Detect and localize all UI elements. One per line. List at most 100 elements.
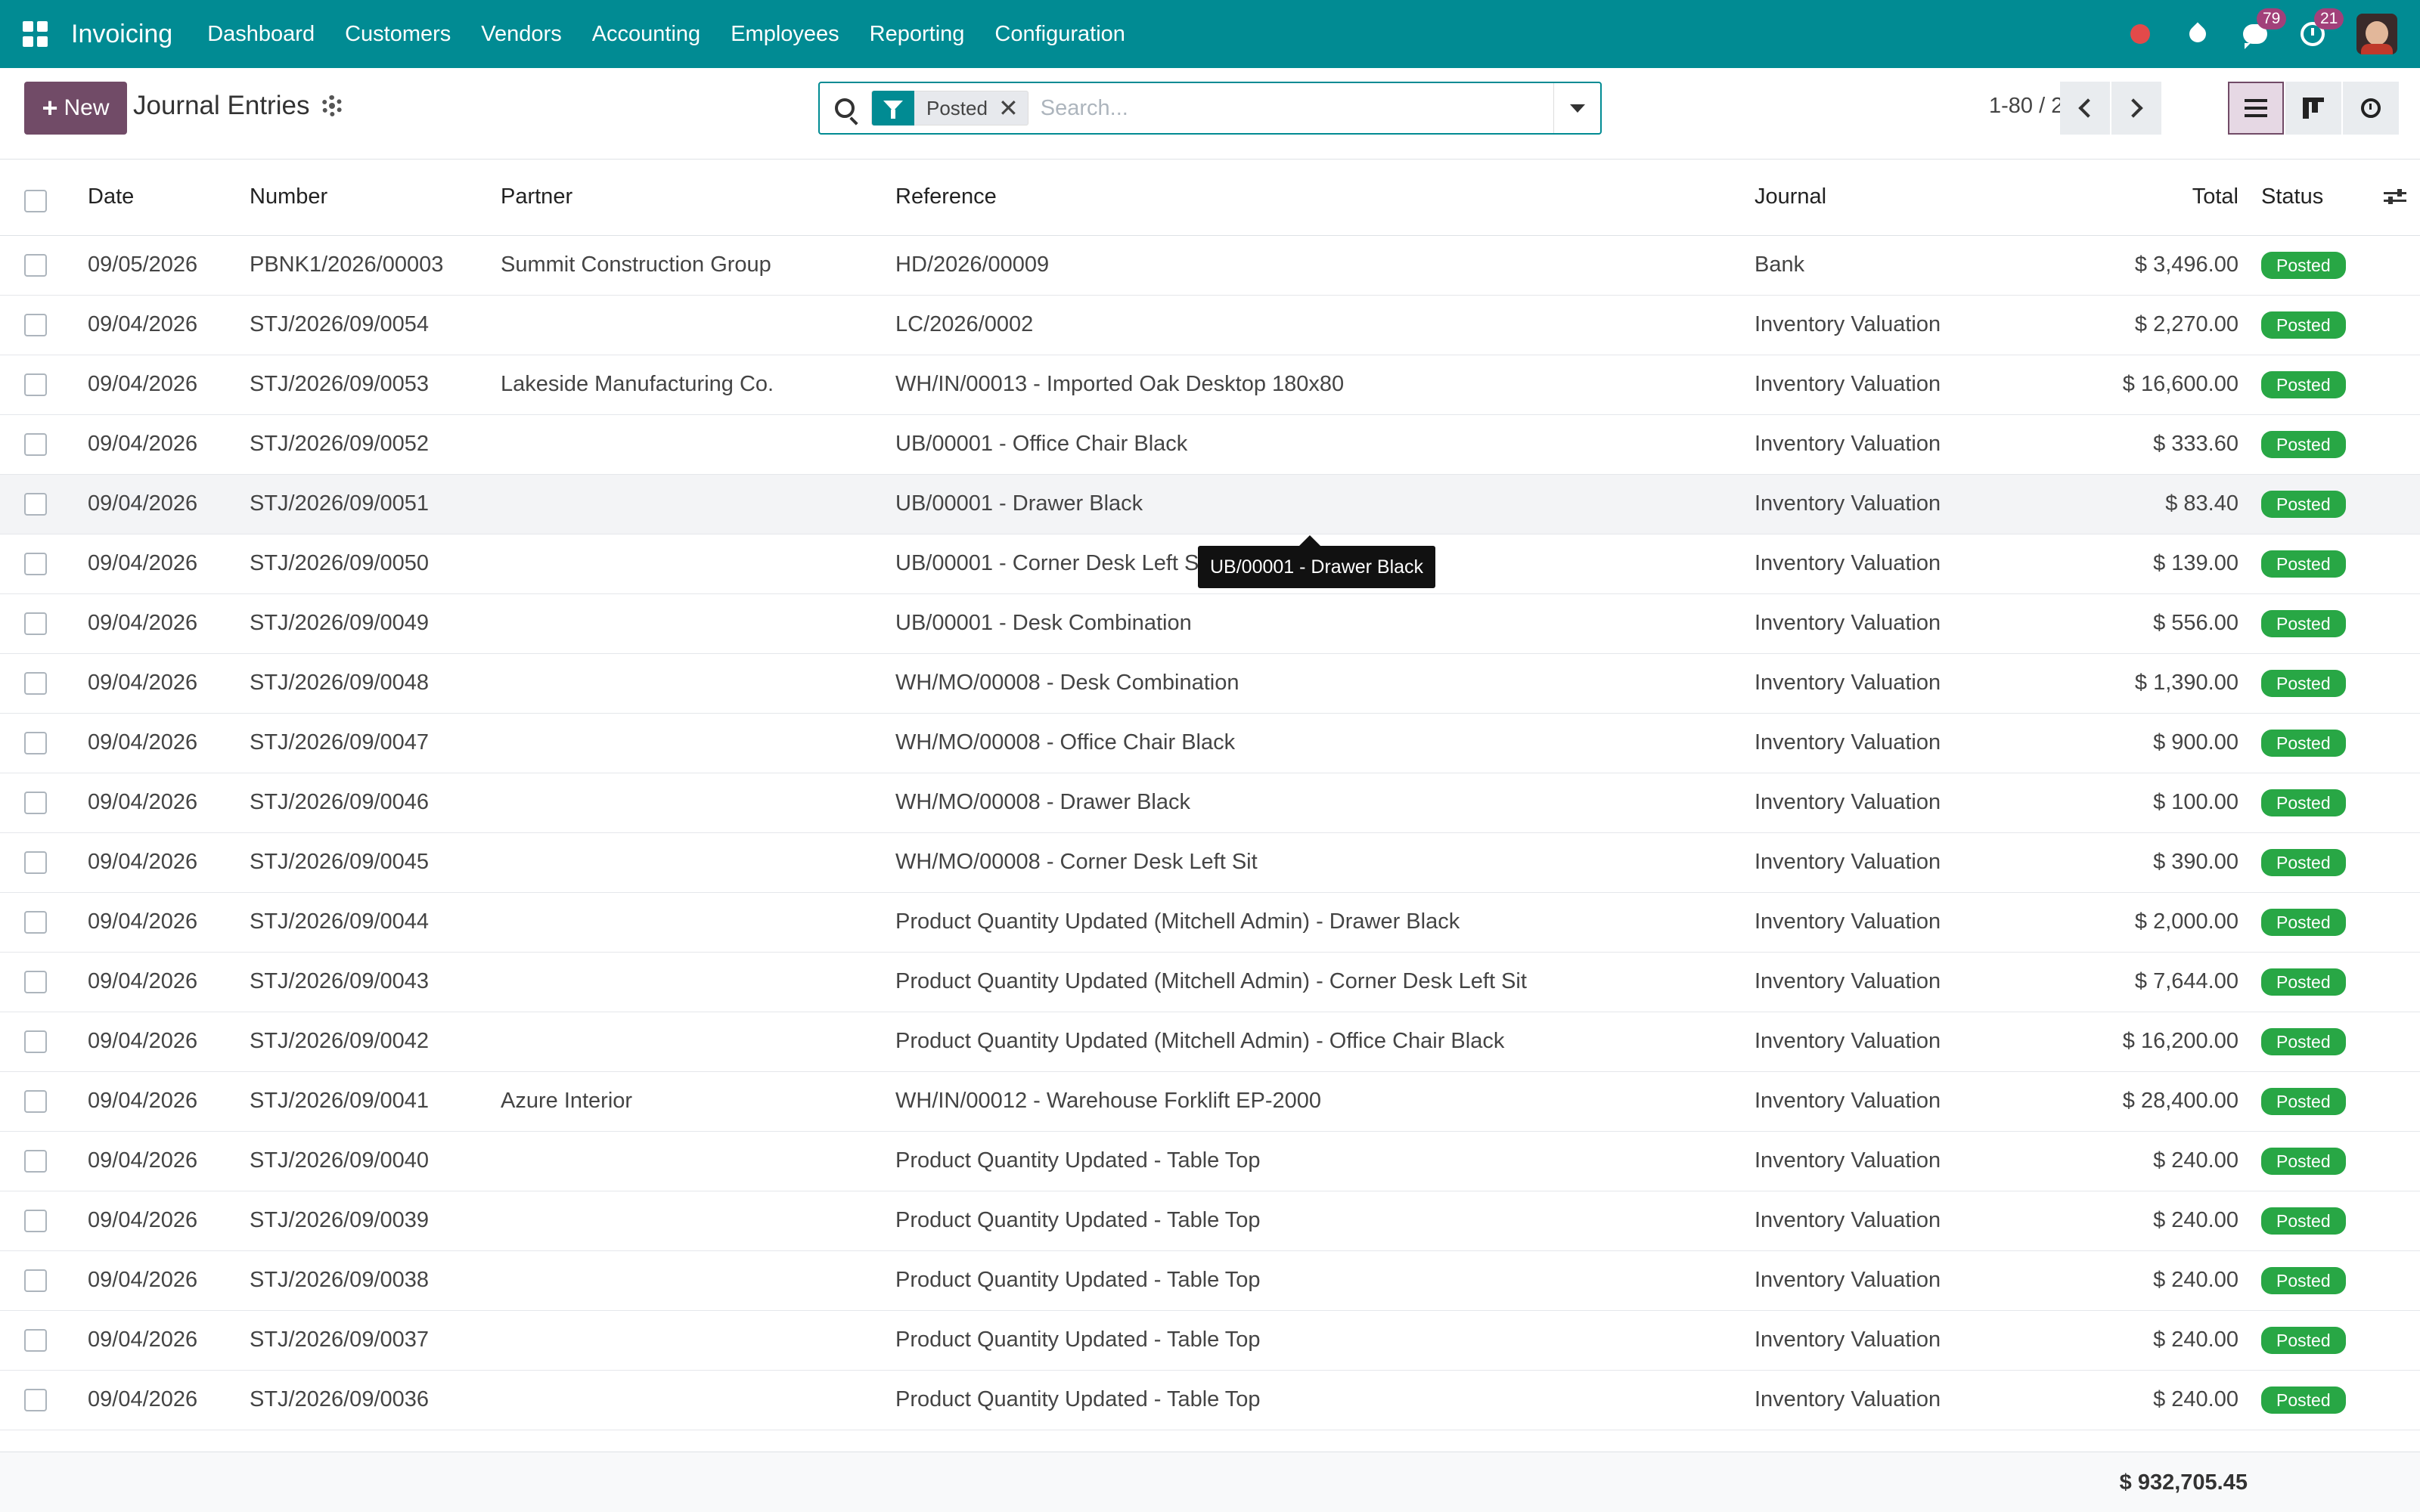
drop-icon[interactable] (2184, 20, 2211, 48)
cell-number: STJ/2026/09/0036 (250, 1370, 501, 1430)
row-checkbox[interactable] (24, 373, 47, 396)
cell-total: $ 240.00 (2072, 1191, 2254, 1251)
menu-customers[interactable]: Customers (330, 22, 466, 47)
table-row[interactable]: 09/04/2026 STJ/2026/09/0043 Product Quan… (0, 952, 2420, 1012)
table-row[interactable]: 09/04/2026 STJ/2026/09/0049 UB/00001 - D… (0, 593, 2420, 654)
cell-reference: WH/MO/00008 - Corner Desk Left Sit (895, 832, 1754, 893)
cell-reference: WH/MO/00008 - Office Chair Black (895, 713, 1754, 773)
row-checkbox[interactable] (24, 910, 47, 934)
close-icon[interactable]: ✕ (998, 94, 1028, 122)
status-badge: Posted (2261, 669, 2346, 697)
row-checkbox[interactable] (24, 1089, 47, 1113)
column-number[interactable]: Number (250, 160, 501, 236)
table-row[interactable]: 09/04/2026 STJ/2026/09/0053 Lakeside Man… (0, 355, 2420, 415)
cell-journal: Inventory Valuation (1754, 713, 2072, 773)
table-row[interactable]: 09/04/2026 STJ/2026/09/0052 UB/00001 - O… (0, 414, 2420, 475)
table-row[interactable]: 09/04/2026 STJ/2026/09/0039 Product Quan… (0, 1191, 2420, 1251)
row-checkbox[interactable] (24, 313, 47, 336)
cell-journal: Inventory Valuation (1754, 593, 2072, 654)
cell-date: 09/04/2026 (88, 1071, 250, 1132)
table-row[interactable]: 09/04/2026 STJ/2026/09/0040 Product Quan… (0, 1131, 2420, 1191)
select-all-checkbox[interactable] (24, 189, 47, 212)
row-checkbox[interactable] (24, 1269, 47, 1292)
row-checkbox[interactable] (24, 552, 47, 575)
column-total[interactable]: Total (2072, 160, 2254, 236)
row-checkbox[interactable] (24, 1388, 47, 1411)
row-checkbox[interactable] (24, 1328, 47, 1352)
avatar[interactable] (2356, 14, 2397, 54)
search-input[interactable] (1040, 95, 1525, 121)
table-row[interactable]: 09/04/2026 STJ/2026/09/0036 Product Quan… (0, 1370, 2420, 1430)
menu-dashboard[interactable]: Dashboard (192, 22, 330, 47)
cell-number: STJ/2026/09/0054 (250, 295, 501, 355)
row-checkbox[interactable] (24, 791, 47, 814)
table-row[interactable]: 09/04/2026 STJ/2026/09/0048 WH/MO/00008 … (0, 653, 2420, 714)
row-checkbox[interactable] (24, 253, 47, 277)
column-partner[interactable]: Partner (501, 160, 895, 236)
app-name[interactable]: Invoicing (71, 20, 172, 49)
column-date[interactable]: Date (88, 160, 250, 236)
optional-columns-icon[interactable] (2384, 188, 2406, 206)
table-row[interactable]: 09/04/2026 STJ/2026/09/0047 WH/MO/00008 … (0, 713, 2420, 773)
cell-journal: Inventory Valuation (1754, 952, 2072, 1012)
apps-menu-icon[interactable] (23, 21, 48, 47)
list-icon (2245, 99, 2267, 117)
menu-reporting[interactable]: Reporting (855, 22, 980, 47)
menu-accounting[interactable]: Accounting (577, 22, 716, 47)
status-badge: Posted (2261, 1326, 2346, 1354)
row-checkbox[interactable] (24, 671, 47, 695)
new-button[interactable]: + New (24, 82, 127, 135)
table-row[interactable]: 09/04/2026 STJ/2026/09/0046 WH/MO/00008 … (0, 773, 2420, 833)
column-status[interactable]: Status (2254, 160, 2375, 236)
cell-partner (501, 832, 895, 893)
row-checkbox[interactable] (24, 612, 47, 635)
cell-journal: Inventory Valuation (1754, 1012, 2072, 1072)
table-row[interactable]: 09/04/2026 STJ/2026/09/0037 Product Quan… (0, 1310, 2420, 1371)
table-row[interactable]: 09/04/2026 STJ/2026/09/0054 LC/2026/0002… (0, 295, 2420, 355)
search-options-toggle[interactable] (1553, 83, 1600, 133)
table-row[interactable]: 09/04/2026 STJ/2026/09/0045 WH/MO/00008 … (0, 832, 2420, 893)
cell-reference: Product Quantity Updated (Mitchell Admin… (895, 892, 1754, 953)
menu-vendors[interactable]: Vendors (466, 22, 576, 47)
table-row[interactable]: 09/05/2026 PBNK1/2026/00003 Summit Const… (0, 235, 2420, 296)
row-checkbox[interactable] (24, 492, 47, 516)
list-view-button[interactable] (2228, 82, 2284, 135)
breadcrumb: Journal Entries (133, 91, 343, 121)
cell-partner (501, 952, 895, 1012)
row-checkbox[interactable] (24, 432, 47, 456)
cell-partner (501, 1191, 895, 1251)
activity-view-button[interactable] (2343, 82, 2399, 135)
table-row[interactable]: 09/04/2026 STJ/2026/09/0042 Product Quan… (0, 1012, 2420, 1072)
column-reference[interactable]: Reference (895, 160, 1754, 236)
menu-employees[interactable]: Employees (715, 22, 854, 47)
recording-dot-icon[interactable] (2127, 20, 2154, 48)
chat-icon[interactable]: 79 (2242, 8, 2287, 49)
pager-next-button[interactable] (2111, 82, 2161, 135)
table-row[interactable]: 09/04/2026 STJ/2026/09/0044 Product Quan… (0, 892, 2420, 953)
row-checkbox[interactable] (24, 850, 47, 874)
pager-previous-button[interactable] (2060, 82, 2110, 135)
cell-date: 09/04/2026 (88, 773, 250, 833)
clock-icon[interactable]: 21 (2299, 8, 2344, 48)
filter-icon (872, 91, 914, 125)
column-journal[interactable]: Journal (1754, 160, 2072, 236)
menu-configuration[interactable]: Configuration (979, 22, 1140, 47)
row-checkbox[interactable] (24, 1149, 47, 1173)
table-row[interactable]: 09/04/2026 STJ/2026/09/0038 Product Quan… (0, 1250, 2420, 1311)
table-row[interactable]: 09/04/2026 STJ/2026/09/0041 Azure Interi… (0, 1071, 2420, 1132)
cell-partner (501, 1250, 895, 1311)
row-checkbox[interactable] (24, 731, 47, 754)
cell-journal: Bank (1754, 235, 2072, 296)
kanban-view-button[interactable] (2285, 82, 2341, 135)
search-icon[interactable] (835, 98, 855, 118)
cell-number: PBNK1/2026/00003 (250, 235, 501, 296)
gear-icon[interactable] (321, 95, 343, 116)
table-row[interactable]: 09/04/2026 STJ/2026/09/0051 UB/00001 - D… (0, 474, 2420, 534)
cell-reference: Product Quantity Updated (Mitchell Admin… (895, 1012, 1754, 1072)
row-checkbox[interactable] (24, 1209, 47, 1232)
cell-date: 09/04/2026 (88, 534, 250, 594)
status-badge: Posted (2261, 1386, 2346, 1414)
cell-partner (501, 713, 895, 773)
row-checkbox[interactable] (24, 970, 47, 993)
row-checkbox[interactable] (24, 1030, 47, 1053)
